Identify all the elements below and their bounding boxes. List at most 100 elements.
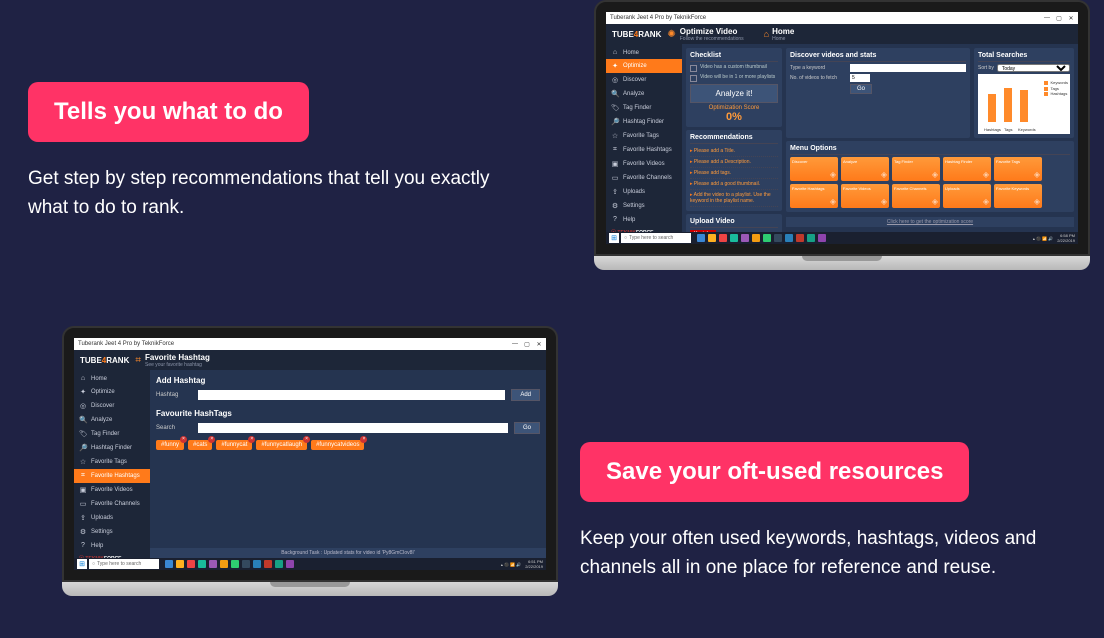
menu-tile-favorite-tags[interactable]: Favorite Tags◈	[994, 157, 1042, 181]
sidebar-item-favorite-tags[interactable]: ☆Favorite Tags	[606, 129, 682, 143]
hashtag-chip[interactable]: #funnycatlaugh	[256, 440, 307, 450]
sidebar-icon: ⚙	[79, 528, 87, 536]
keyword-input[interactable]	[850, 64, 966, 72]
hashtag-input[interactable]	[198, 390, 505, 400]
sidebar-item-tag-finder[interactable]: 🏷Tag Finder	[606, 101, 682, 115]
taskbar: ⊞ ○Type here to search ▴ ⚫ 📶 🔊6:58 PM2/2…	[606, 232, 1078, 244]
menu-tile-favorite-channels[interactable]: Favorite Channels◈	[892, 184, 940, 208]
num-videos-input[interactable]	[850, 74, 870, 82]
sidebar-item-discover[interactable]: ◎Discover	[606, 73, 682, 87]
menu-tile-analyze[interactable]: Analyze◈	[841, 157, 889, 181]
sidebar-item-favorite-hashtags[interactable]: ⌗Favorite Hashtags	[606, 143, 682, 157]
add-button[interactable]: Add	[511, 389, 540, 401]
total-searches-panel: Total Searches Sort byToday Hashtags Tag…	[974, 48, 1074, 138]
start-button[interactable]: ⊞	[77, 559, 87, 569]
hashtag-chip[interactable]: #funnycat	[216, 440, 252, 450]
go-button[interactable]: Go	[850, 84, 872, 94]
taskbar-apps[interactable]	[697, 234, 826, 242]
recommendation-item[interactable]: Please add a good thumbnail.	[690, 179, 778, 190]
sidebar-icon: ▣	[611, 160, 619, 168]
window-controls[interactable]: —▢✕	[1044, 15, 1074, 22]
sidebar-icon: ?	[79, 542, 87, 549]
start-button[interactable]: ⊞	[609, 233, 619, 243]
sidebar: ⌂Home✦Optimize◎Discover🔍Analyze🏷Tag Find…	[606, 44, 682, 234]
search-go-button[interactable]: Go	[514, 422, 540, 434]
menu-tile-discover[interactable]: Discover◈	[790, 157, 838, 181]
checkbox-thumbnail[interactable]: Video has a custom thumbnail	[690, 64, 778, 72]
sidebar-icon: 🏷	[611, 104, 619, 112]
sidebar-item-home[interactable]: ⌂Home	[606, 46, 682, 59]
sidebar-icon: ⌂	[79, 375, 87, 382]
recommendation-item[interactable]: Please add a Description.	[690, 157, 778, 168]
sidebar-item-favorite-videos[interactable]: ▣Favorite Videos	[74, 483, 150, 497]
sidebar-item-help[interactable]: ?Help	[74, 539, 150, 552]
taskbar-search[interactable]: ○Type here to search	[89, 559, 159, 569]
sidebar-icon: ✦	[79, 388, 87, 396]
sidebar-icon: ◎	[611, 76, 619, 84]
recommendation-item[interactable]: Add the video to a playlist. Use the key…	[690, 190, 778, 207]
sidebar-icon: ☆	[611, 132, 619, 140]
hashtag-chip[interactable]: #funny	[156, 440, 184, 450]
sidebar-item-home[interactable]: ⌂Home	[74, 372, 150, 385]
sidebar-item-favorite-videos[interactable]: ▣Favorite Videos	[606, 157, 682, 171]
sidebar-item-favorite-channels[interactable]: ▭Favorite Channels	[606, 171, 682, 185]
hint-link[interactable]: Click here to get the optimization score	[786, 217, 1074, 227]
sidebar-item-uploads[interactable]: ⇪Uploads	[74, 511, 150, 525]
laptop-optimize: Tuberank Jeet 4 Pro by TeknikForce —▢✕ T…	[594, 0, 1090, 270]
sidebar-item-analyze[interactable]: 🔍Analyze	[606, 87, 682, 101]
search-input[interactable]	[198, 423, 508, 433]
add-hashtag-heading: Add Hashtag	[156, 376, 540, 385]
sort-select[interactable]: Today	[997, 64, 1070, 72]
menu-tile-tag-finder[interactable]: Tag Finder◈	[892, 157, 940, 181]
menu-tile-favorite-hashtags[interactable]: Favorite Hashtags◈	[790, 184, 838, 208]
sidebar-item-favorite-tags[interactable]: ☆Favorite Tags	[74, 455, 150, 469]
menu-tile-favorite-keywords[interactable]: Favorite Keywords◈	[994, 184, 1042, 208]
sidebar-item-tag-finder[interactable]: 🏷Tag Finder	[74, 427, 150, 441]
hashtag-chip[interactable]: #funnycatvideos	[311, 440, 364, 450]
sidebar-item-optimize[interactable]: ✦Optimize	[606, 59, 682, 73]
sidebar-icon: ⌂	[611, 49, 619, 56]
sidebar-icon: 🔎	[611, 118, 619, 126]
sidebar-item-settings[interactable]: ⚙Settings	[606, 199, 682, 213]
page-title: Favorite Hashtag	[145, 353, 210, 362]
menu-options-panel: Menu Options Discover◈Analyze◈Tag Finder…	[786, 141, 1074, 212]
sidebar-item-uploads[interactable]: ⇪Uploads	[606, 185, 682, 199]
taskbar-apps[interactable]	[165, 560, 294, 568]
sidebar: ⌂Home✦Optimize◎Discover🔍Analyze🏷Tag Find…	[74, 370, 150, 560]
sidebar-item-hashtag-finder[interactable]: 🔎Hashtag Finder	[606, 115, 682, 129]
discover-panel: Discover videos and stats Type a keyword…	[786, 48, 970, 138]
sidebar-icon: ⌗	[611, 146, 619, 154]
tray-icons[interactable]: ▴ ⚫ 📶 🔊	[501, 562, 521, 567]
sidebar-item-favorite-hashtags[interactable]: ⌗Favorite Hashtags	[74, 469, 150, 483]
menu-tile-uploads[interactable]: Uploads◈	[943, 184, 991, 208]
sidebar-icon: ⌗	[79, 472, 87, 480]
taskbar-search[interactable]: ○Type here to search	[621, 233, 691, 243]
sidebar-item-optimize[interactable]: ✦Optimize	[74, 385, 150, 399]
search-icon: ○	[92, 561, 95, 567]
sidebar-item-analyze[interactable]: 🔍Analyze	[74, 413, 150, 427]
background-task-status: Background Task : Updated stats for vide…	[150, 548, 546, 558]
app-screen-hashtags: Tuberank Jeet 4 Pro by TeknikForce —▢✕ T…	[74, 338, 546, 570]
sidebar-item-settings[interactable]: ⚙Settings	[74, 525, 150, 539]
window-controls[interactable]: —▢✕	[512, 341, 542, 348]
menu-tile-hashtag-finder[interactable]: Hashtag Finder◈	[943, 157, 991, 181]
sidebar-icon: 🔎	[79, 444, 87, 452]
recommendation-item[interactable]: Please add a Title.	[690, 146, 778, 157]
sidebar-item-hashtag-finder[interactable]: 🔎Hashtag Finder	[74, 441, 150, 455]
tray-icons[interactable]: ▴ ⚫ 📶 🔊	[1033, 236, 1053, 241]
feature-heading-1: Tells you what to do	[28, 82, 309, 142]
fav-hashtags-heading: Favourite HashTags	[156, 409, 540, 418]
menu-tile-favorite-videos[interactable]: Favorite Videos◈	[841, 184, 889, 208]
checkbox-playlist[interactable]: Video will be in 1 or more playlists	[690, 74, 778, 82]
analyze-button[interactable]: Analyze it!	[690, 84, 778, 103]
searches-chart: Hashtags Tags Keywords Keywords Tags Has…	[978, 74, 1070, 134]
feature-desc-2: Keep your often used keywords, hashtags,…	[580, 524, 1060, 583]
sidebar-icon: ☆	[79, 458, 87, 466]
hashtag-chip[interactable]: #cats	[188, 440, 212, 450]
taskbar: ⊞ ○Type here to search ▴ ⚫ 📶 🔊6:51 PM2/2…	[74, 558, 546, 570]
recommendation-item[interactable]: Please add tags.	[690, 168, 778, 179]
sidebar-item-favorite-channels[interactable]: ▭Favorite Channels	[74, 497, 150, 511]
window-titlebar: Tuberank Jeet 4 Pro by TeknikForce —▢✕	[606, 12, 1078, 24]
sidebar-item-discover[interactable]: ◎Discover	[74, 399, 150, 413]
sidebar-item-help[interactable]: ?Help	[606, 213, 682, 226]
